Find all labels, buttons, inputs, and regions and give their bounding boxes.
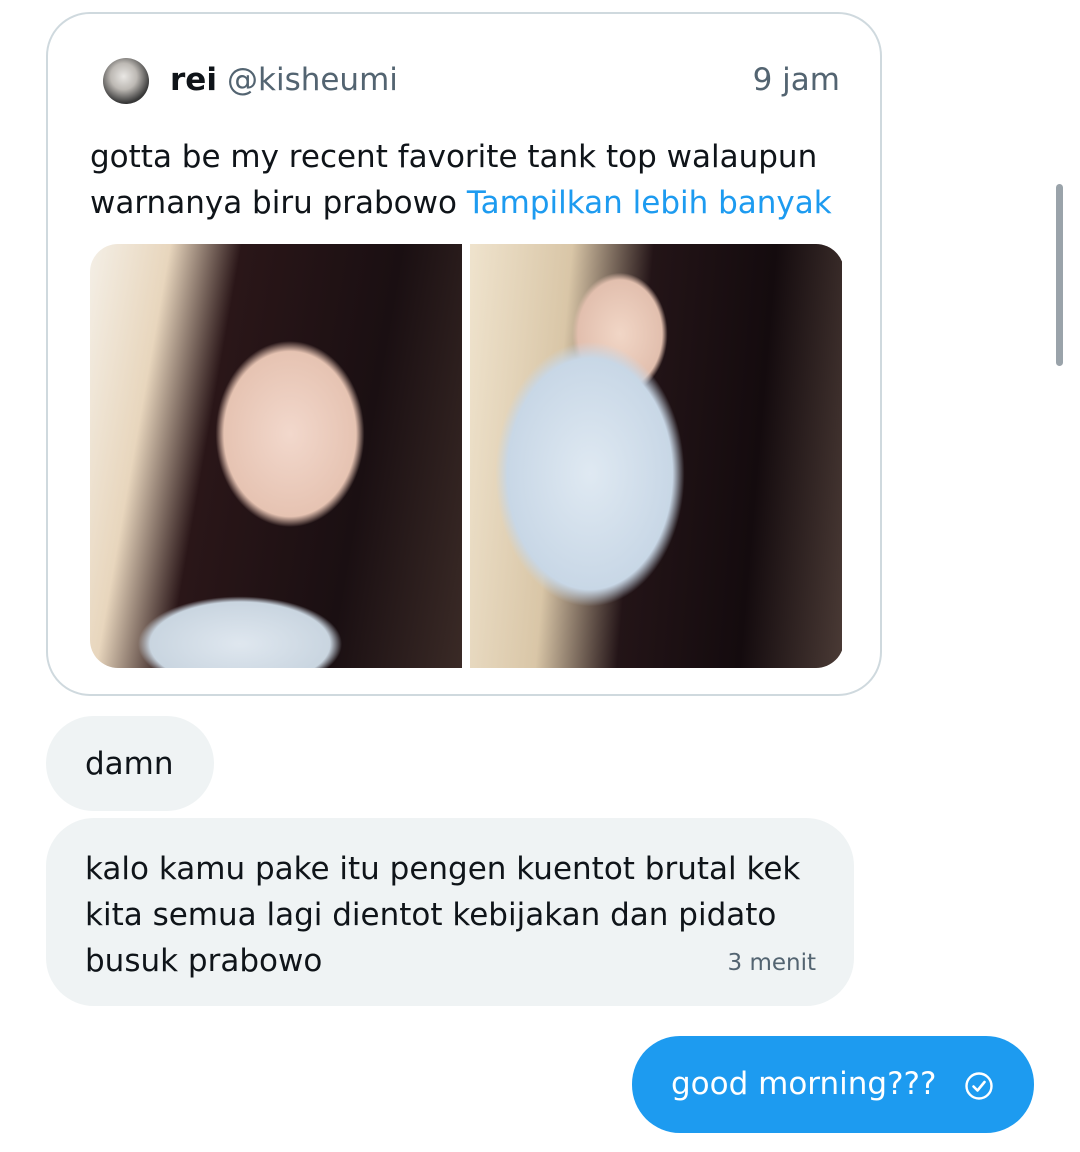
avatar[interactable] xyxy=(103,58,149,104)
quoted-tweet-card[interactable]: rei @kisheumi 9 jam gotta be my recent f… xyxy=(46,12,882,696)
author-handle: @kisheumi xyxy=(227,62,398,98)
received-message-bubble[interactable]: damn xyxy=(46,716,214,811)
show-more-link[interactable]: Tampilkan lebih banyak xyxy=(467,185,832,221)
tweet-text: gotta be my recent favorite tank top wal… xyxy=(90,134,850,226)
tweet-photo-2[interactable] xyxy=(470,244,842,668)
message-text: damn xyxy=(85,746,174,782)
message-timestamp: 3 menit xyxy=(727,950,817,976)
check-circle-icon xyxy=(965,1072,993,1100)
dm-conversation: rei @kisheumi 9 jam gotta be my recent f… xyxy=(0,0,1080,1152)
tweet-photo-1[interactable] xyxy=(90,244,462,668)
message-text: good morning??? xyxy=(671,1066,937,1102)
tweet-media xyxy=(90,244,844,668)
author-name: rei xyxy=(170,62,217,98)
tweet-time: 9 jam xyxy=(752,62,840,98)
sent-message-bubble[interactable]: good morning??? xyxy=(632,1036,1034,1133)
scrollbar[interactable] xyxy=(1056,184,1063,366)
photo-divider xyxy=(462,244,470,668)
received-message-bubble[interactable]: kalo kamu pake itu pengen kuentot brutal… xyxy=(46,818,854,1006)
message-text: kalo kamu pake itu pengen kuentot brutal… xyxy=(85,851,801,979)
